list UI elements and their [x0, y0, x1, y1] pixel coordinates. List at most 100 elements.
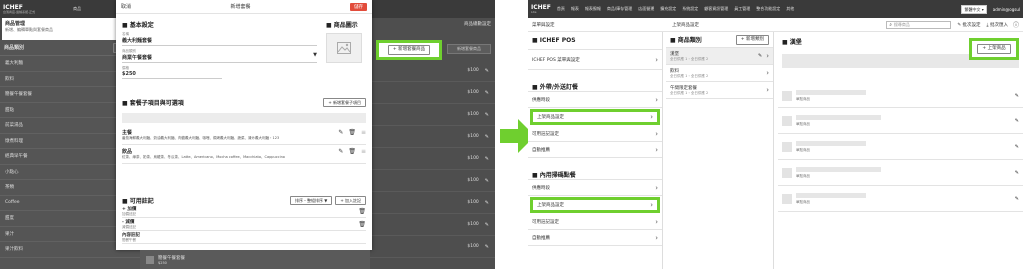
right-nav-item[interactable]: 店面營運 — [638, 6, 654, 12]
left-price-row[interactable]: $100 ✎ — [370, 236, 495, 258]
right-settings-item[interactable]: ICHEF POS 菜單與設定 › — [528, 50, 662, 70]
left-category-label: 果汁 — [5, 231, 14, 237]
right-settings-item[interactable]: 上架商品設定 › — [530, 197, 660, 213]
right-nav-item[interactable]: 報表 — [571, 6, 579, 12]
trash-icon[interactable]: 🗑 — [358, 221, 366, 228]
left-price-row[interactable]: $100 ✎ — [370, 104, 495, 126]
left-price-row[interactable]: $100 ✎ — [370, 192, 495, 214]
modal-note-row[interactable]: + 加價 加價註記 🗑 — [122, 205, 366, 218]
left-menu-panel[interactable]: 商品管理 新增、編輯單點與套餐商品 — [2, 18, 120, 40]
edit-icon[interactable]: ✎ — [1015, 144, 1019, 150]
left-category-label: 茶類 — [5, 185, 14, 191]
item-thumbnail — [782, 167, 792, 178]
right-category-item[interactable]: 漢堡 全日供應 1・全日供應 2 ✎ › — [666, 48, 773, 65]
edit-icon[interactable]: ✎ — [485, 68, 489, 74]
right-nav-item[interactable]: 整合功能設定 — [756, 6, 780, 12]
right-nav-item[interactable]: 其他 — [786, 6, 794, 12]
modal-add-note-button[interactable]: + 加入註記 — [335, 196, 366, 205]
right-item-row[interactable]: 單點商品 ✎ — [778, 160, 1023, 186]
right-subbar-left[interactable]: 菜單與設定 — [532, 22, 672, 28]
edit-icon[interactable]: ✎ — [485, 200, 489, 206]
left-price-row[interactable]: $100 ✎ — [370, 60, 495, 82]
right-batch-edit[interactable]: ✎ 批次設定 — [957, 22, 980, 28]
modal-price-field[interactable]: 價格 $250 — [122, 66, 222, 79]
left-price-row[interactable]: $100 ✎ — [370, 148, 495, 170]
left-add-set-shadow[interactable]: 新增套餐商品 — [447, 44, 491, 54]
right-nav-item[interactable]: 員工管理 — [734, 6, 750, 12]
left-category-label: 義大利麵 — [5, 61, 23, 67]
modal-drink-desc: 紅茶、綠茶、奶茶、烏龍茶、冬瓜茶、Latte、Americano、Mocha c… — [122, 155, 285, 159]
right-item-row[interactable]: 單點商品 ✎ — [778, 84, 1023, 108]
edit-icon[interactable]: ✎ — [485, 90, 489, 96]
right-settings-item[interactable]: 自動推薦 › — [528, 230, 662, 246]
right-nav-item[interactable]: 首頁 — [557, 6, 565, 12]
edit-icon[interactable]: ✎ — [485, 156, 489, 162]
right-nav-item[interactable]: 顧客資訊管理 — [704, 6, 728, 12]
modal-name-field[interactable]: 名稱 義大利麵套餐 — [122, 32, 317, 46]
edit-icon[interactable]: ✎ — [338, 148, 343, 155]
left-price-row[interactable]: $100 ✎ — [370, 82, 495, 104]
left-price-value: $100 — [467, 68, 479, 73]
modal-add-set-item-button[interactable]: + 新增套餐子項目 — [323, 98, 366, 107]
trash-icon[interactable]: 🗑 — [348, 148, 356, 155]
drag-handle-icon[interactable]: ≡ — [361, 148, 366, 155]
modal-main-row[interactable]: 主餐 番茄海鮮義大利麵、奶油義大利麵、肉醬義大利麵、咖哩、焗烤義大利麵、蔬菜、清… — [122, 129, 366, 145]
image-placeholder-icon[interactable] — [326, 33, 362, 63]
right-search-input[interactable]: ⌕ 搜尋商品 — [886, 20, 952, 29]
right-category-item[interactable]: 午間限定套餐 全日供應 1・全日供應 2 › — [666, 82, 773, 99]
edit-icon[interactable]: ✎ — [758, 53, 762, 59]
right-category-item[interactable]: 飲料 全日供應 1・全日供應 2 › — [666, 65, 773, 82]
left-bottom-item-name: 簡餐午餐套餐 — [158, 255, 185, 261]
edit-icon[interactable]: ✎ — [485, 244, 489, 250]
edit-icon[interactable]: ✎ — [485, 134, 489, 140]
edit-icon[interactable]: ✎ — [1015, 93, 1019, 99]
left-price-row[interactable]: $100 ✎ — [370, 126, 495, 148]
modal-save-button[interactable]: 儲存 — [350, 2, 367, 11]
edit-icon[interactable]: ✎ — [1015, 118, 1019, 124]
chevron-down-icon: ▼ — [313, 52, 317, 58]
edit-icon[interactable]: ✎ — [485, 112, 489, 118]
modal-note-row[interactable]: - 減價 減價註記 🗑 — [122, 218, 366, 231]
edit-icon[interactable]: ✎ — [1015, 196, 1019, 202]
right-topbar: ICHEF Lite 首頁 報表 報表撥報 商品/庫存管理 店面營運 擴充設定 系統設定 顧客資… — [528, 0, 1023, 18]
right-nav-item[interactable]: 系統設定 — [682, 6, 698, 12]
trash-icon[interactable]: 🗑 — [358, 208, 366, 215]
right-user[interactable]: admin@ogsul — [993, 7, 1020, 12]
help-icon[interactable]: ⓘ — [1013, 20, 1019, 29]
right-add-item-button[interactable]: + 上架商品 — [977, 44, 1011, 54]
trash-icon[interactable]: 🗑 — [348, 129, 356, 136]
right-nav-item[interactable]: 報表撥報 — [585, 6, 601, 12]
right-settings-item[interactable]: 可用註記設定 › — [528, 126, 662, 142]
modal-image-section: ■ 商品圖示 — [326, 22, 358, 29]
right-settings-item[interactable]: 供應時段 › — [528, 180, 662, 196]
right-item-row[interactable]: 單點商品 ✎ — [778, 134, 1023, 160]
right-settings-item[interactable]: 自動推薦 › — [528, 142, 662, 158]
right-item-row[interactable]: 單點商品 ✎ — [778, 186, 1023, 212]
right-nav-item[interactable]: 擴充設定 — [660, 6, 676, 12]
right-add-category-button[interactable]: + 新增類別 — [735, 34, 769, 45]
edit-icon[interactable]: ✎ — [485, 178, 489, 184]
edit-icon[interactable]: ✎ — [485, 222, 489, 228]
left-bottom-item[interactable]: 簡餐午餐套餐 $250 — [140, 250, 370, 269]
modal-note-row[interactable]: 內容註記 簡餐午餐 — [122, 231, 366, 244]
modal-drink-row[interactable]: 飲品 紅茶、綠茶、奶茶、烏龍茶、冬瓜茶、Latte、Americano、Moch… — [122, 148, 366, 164]
modal-sort-button[interactable]: 排序・整組排序 ▼ — [290, 196, 333, 205]
edit-icon[interactable]: ✎ — [338, 129, 343, 136]
right-nav-item[interactable]: 商品/庫存管理 — [607, 6, 632, 12]
left-price-row[interactable]: $100 ✎ — [370, 214, 495, 236]
right-settings-item[interactable]: 上架商品設定 › — [530, 109, 660, 125]
right-settings-item[interactable]: 可用註記設定 › — [528, 214, 662, 230]
left-price-value: $100 — [467, 178, 479, 183]
right-settings-item[interactable]: 供應時段 › — [528, 92, 662, 108]
right-batch-import[interactable]: ⤓ 批次匯入 — [987, 22, 1008, 28]
left-top-tab[interactable]: 商品 — [73, 6, 81, 12]
edit-icon[interactable]: ✎ — [1015, 170, 1019, 176]
drag-handle-icon[interactable]: ≡ — [361, 129, 366, 136]
left-add-set-button[interactable]: + 新增套餐商品 — [387, 45, 431, 55]
left-price-value: $100 — [467, 222, 479, 227]
modal-cancel-button[interactable]: 取消 — [121, 3, 131, 10]
modal-category-select[interactable]: 商品類別 商業午餐套餐 ▼ — [122, 49, 317, 63]
left-price-row[interactable]: $100 ✎ — [370, 170, 495, 192]
right-item-row[interactable]: 單點商品 ✎ — [778, 108, 1023, 134]
right-lang-select[interactable]: 繁體中文 ▾ — [961, 4, 987, 14]
